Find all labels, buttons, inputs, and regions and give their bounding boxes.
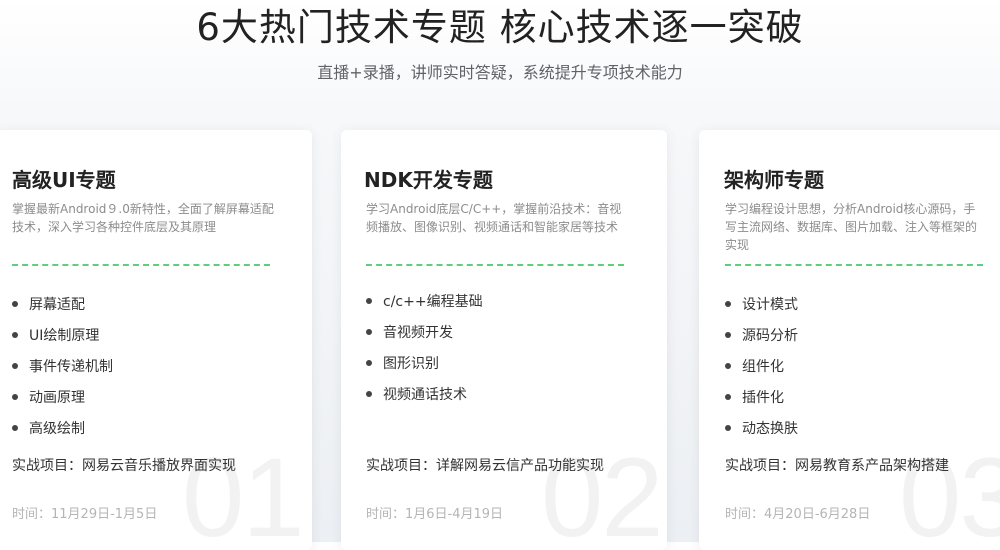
topic-label: UI绘制原理 (29, 327, 100, 344)
page-subtitle: 直播+录播，讲师实时答疑，系统提升专项技术能力 (317, 63, 683, 82)
topic-label: 设计模式 (742, 296, 798, 313)
bullet-icon (366, 297, 372, 304)
topic-item: 视频通话技术 (366, 378, 636, 409)
topic-list: c/c++编程基础 音视频开发 图形识别 视频通话技术 (366, 285, 636, 409)
topic-item: 源码分析 (725, 319, 995, 350)
time-range: 1月6日-4月19日 (405, 507, 504, 522)
bullet-icon (725, 362, 731, 369)
bullet-icon (725, 424, 731, 431)
bullet-icon (725, 393, 731, 400)
project-line: 实战项目：网易云音乐播放界面实现 (12, 456, 236, 476)
time-line: 时间：4月20日-6月28日 (725, 506, 870, 524)
topic-item: 高级绘制 (12, 412, 282, 443)
bullet-icon (725, 300, 731, 307)
bullet-icon (12, 300, 18, 307)
topic-item: 动态换肤 (725, 412, 995, 443)
topic-card-advanced-ui[interactable]: 01 高级UI专题 掌握最新Android９.0新特性，全面了解屏幕适配技术，深… (0, 130, 312, 550)
project-name: 网易教育系产品架构搭建 (795, 458, 949, 474)
topic-label: 组件化 (742, 358, 784, 375)
project-label: 实战项目： (366, 458, 436, 474)
topic-item: 屏幕适配 (12, 288, 282, 319)
topic-label: 视频通话技术 (383, 386, 467, 403)
bullet-icon (12, 393, 18, 400)
topic-item: 动画原理 (12, 381, 282, 412)
bullet-icon (725, 331, 731, 338)
topic-label: 图形识别 (383, 355, 439, 372)
topic-label: 源码分析 (742, 327, 798, 344)
bullet-icon (366, 390, 372, 397)
bullet-icon (12, 424, 18, 431)
topic-label: 屏幕适配 (29, 296, 85, 313)
topic-label: 插件化 (742, 389, 784, 406)
card-title: 架构师专题 (724, 168, 824, 192)
topic-label: c/c++编程基础 (383, 293, 483, 310)
card-description: 掌握最新Android９.0新特性，全面了解屏幕适配技术，深入学习各种控件底层及… (12, 202, 274, 234)
card-title: NDK开发专题 (364, 168, 493, 192)
time-label: 时间： (725, 507, 765, 522)
time-range: 11月29日-1月5日 (51, 507, 158, 522)
bullet-icon (12, 362, 18, 369)
bullet-icon (366, 359, 372, 366)
topic-list: 设计模式 源码分析 组件化 插件化 动态换肤 (725, 288, 995, 443)
project-name: 详解网易云信产品功能实现 (436, 458, 604, 474)
topic-label: 音视频开发 (383, 324, 453, 341)
time-line: 时间：11月29日-1月5日 (12, 506, 157, 524)
time-range: 4月20日-6月28日 (764, 507, 871, 522)
topic-item: 插件化 (725, 381, 995, 412)
project-label: 实战项目： (12, 458, 82, 474)
topic-label: 动画原理 (29, 389, 85, 406)
topic-item: UI绘制原理 (12, 319, 282, 350)
topic-label: 事件传递机制 (29, 358, 113, 375)
card-divider (725, 264, 983, 266)
topic-card-architect[interactable]: 03 架构师专题 学习编程设计思想，分析Android核心源码，手写主流网络、数… (699, 130, 1000, 550)
project-name: 网易云音乐播放界面实现 (82, 458, 236, 474)
card-divider (12, 264, 270, 266)
topic-card-ndk[interactable]: 02 NDK开发专题 学习Android底层C/C++，掌握前沿技术：音视频播放… (341, 130, 667, 550)
topic-item: 组件化 (725, 350, 995, 381)
card-description: 学习Android底层C/C++，掌握前沿技术：音视频播放、图像识别、视频通话和… (366, 202, 622, 234)
time-label: 时间： (366, 507, 406, 522)
bullet-icon (366, 328, 372, 335)
topic-item: c/c++编程基础 (366, 285, 636, 316)
project-line: 实战项目：网易教育系产品架构搭建 (725, 456, 949, 476)
bullet-icon (12, 331, 18, 338)
page-title: 6大热门技术专题 核心技术逐一突破 (196, 6, 804, 49)
topic-label: 动态换肤 (742, 420, 798, 437)
topic-item: 音视频开发 (366, 316, 636, 347)
topic-item: 设计模式 (725, 288, 995, 319)
card-title: 高级UI专题 (12, 168, 116, 192)
card-divider (366, 264, 624, 266)
topic-item: 图形识别 (366, 347, 636, 378)
card-description: 学习编程设计思想，分析Android核心源码，手写主流网络、数据库、图片加载、注… (725, 202, 978, 252)
topic-label: 高级绘制 (29, 420, 85, 437)
topic-item: 事件传递机制 (12, 350, 282, 381)
time-label: 时间： (12, 507, 52, 522)
project-label: 实战项目： (725, 458, 795, 474)
time-line: 时间：1月6日-4月19日 (366, 506, 503, 524)
topic-list: 屏幕适配 UI绘制原理 事件传递机制 动画原理 高级绘制 (12, 288, 282, 443)
project-line: 实战项目：详解网易云信产品功能实现 (366, 456, 604, 476)
